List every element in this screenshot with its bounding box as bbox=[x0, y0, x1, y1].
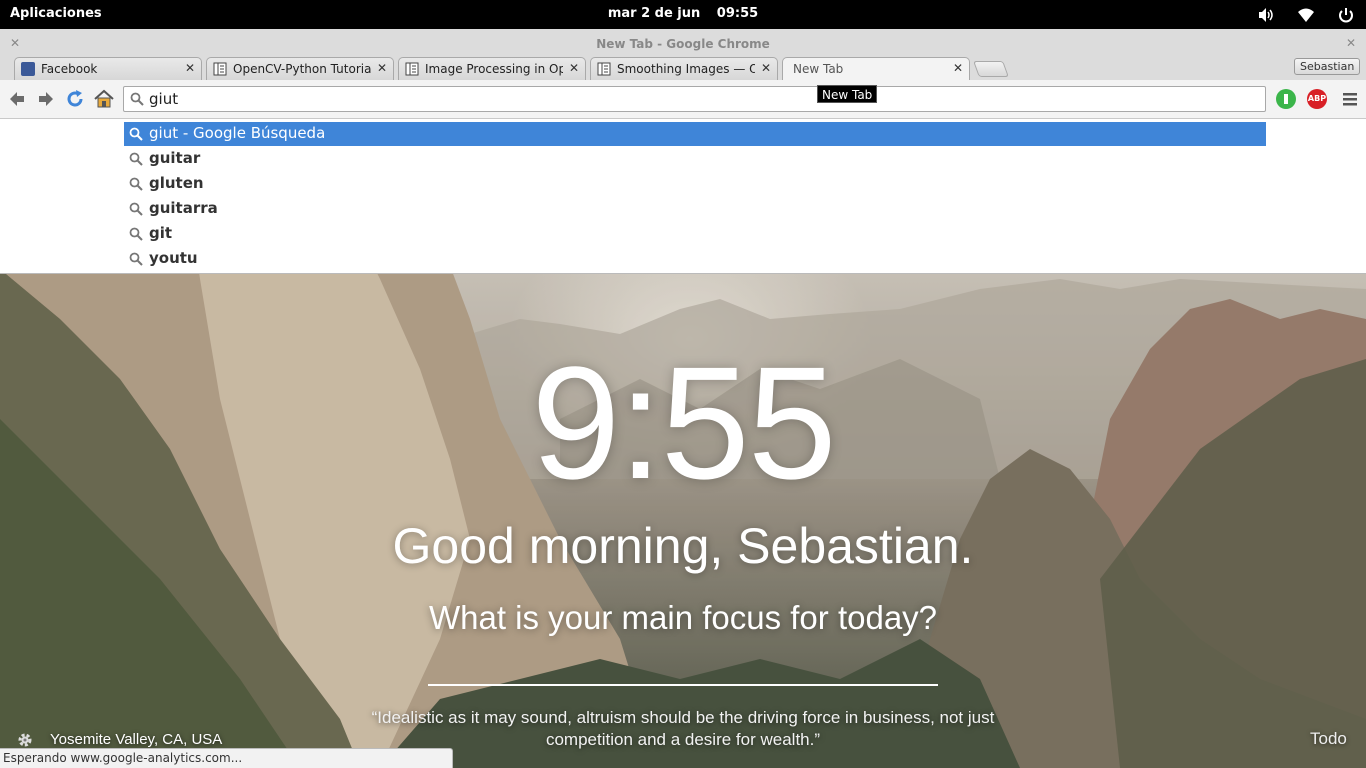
big-clock: 9:55 bbox=[531, 333, 836, 512]
daily-quote: “Idealistic as it may sound, altruism sh… bbox=[371, 708, 995, 749]
tab-new-tab[interactable]: New Tab ✕ bbox=[782, 57, 970, 80]
tab-opencv-tutorials[interactable]: OpenCV-Python Tutorials ✕ bbox=[206, 57, 394, 80]
system-top-bar: Aplicaciones mar 2 de jun 09:55 bbox=[0, 0, 1366, 29]
suggestion-text: gluten bbox=[149, 174, 204, 192]
home-icon[interactable] bbox=[93, 88, 115, 110]
suggestion-item[interactable]: git bbox=[124, 222, 1266, 246]
suggestion-text: guitarra bbox=[149, 199, 218, 217]
greeting: Good morning, Sebastian. bbox=[392, 518, 974, 574]
reload-icon[interactable] bbox=[64, 88, 86, 110]
omnibox-suggestions: giut - Google Búsqueda guitar gluten gui… bbox=[0, 119, 1366, 274]
window-title: New Tab - Google Chrome bbox=[596, 37, 770, 51]
back-arrow-icon[interactable] bbox=[6, 88, 28, 110]
momentum-extension-icon[interactable] bbox=[1276, 89, 1296, 109]
suggestion-item[interactable]: youtu bbox=[124, 247, 1266, 271]
system-date: mar 2 de jun bbox=[607, 6, 701, 21]
suggestion-item[interactable]: giut - Google Búsqueda bbox=[124, 122, 1266, 146]
address-bar[interactable] bbox=[123, 86, 1266, 112]
volume-icon[interactable] bbox=[1257, 6, 1275, 24]
search-icon bbox=[129, 227, 143, 241]
focus-question: What is your main focus for today? bbox=[428, 599, 938, 636]
focus-input[interactable] bbox=[428, 684, 938, 686]
close-tab-icon[interactable]: ✕ bbox=[185, 61, 195, 75]
address-input[interactable] bbox=[149, 89, 1249, 109]
tab-smoothing-images[interactable]: Smoothing Images — OpenCV ✕ bbox=[590, 57, 778, 80]
power-icon[interactable] bbox=[1337, 6, 1355, 24]
close-tab-icon[interactable]: ✕ bbox=[953, 61, 963, 75]
tab-label: Smoothing Images — OpenCV bbox=[617, 62, 755, 76]
tab-image-processing[interactable]: Image Processing in OpenCV ✕ bbox=[398, 57, 586, 80]
gear-icon[interactable] bbox=[16, 731, 34, 749]
adblock-plus-icon[interactable]: ABP bbox=[1307, 89, 1327, 109]
search-icon bbox=[130, 92, 144, 106]
browser-toolbar: ABP bbox=[0, 80, 1366, 119]
search-icon bbox=[129, 252, 143, 266]
window-titlebar: ✕ New Tab - Google Chrome ✕ bbox=[0, 29, 1366, 56]
doc-icon bbox=[213, 62, 227, 76]
close-tab-icon[interactable]: ✕ bbox=[569, 61, 579, 75]
wifi-icon[interactable] bbox=[1297, 6, 1315, 24]
tab-label: OpenCV-Python Tutorials bbox=[233, 62, 371, 76]
close-icon[interactable]: ✕ bbox=[1346, 36, 1356, 50]
tab-label: Image Processing in OpenCV bbox=[425, 62, 563, 76]
todo-button[interactable]: Todo bbox=[1310, 729, 1347, 749]
menu-icon[interactable] bbox=[1340, 88, 1360, 110]
photo-location[interactable]: Yosemite Valley, CA, USA bbox=[50, 731, 222, 748]
suggestion-text: giut bbox=[149, 124, 179, 142]
facebook-icon bbox=[21, 62, 35, 76]
profile-button[interactable]: Sebastian bbox=[1294, 58, 1361, 75]
doc-icon bbox=[405, 62, 419, 76]
tab-label: New Tab bbox=[793, 62, 844, 76]
forward-arrow-icon[interactable] bbox=[35, 88, 57, 110]
search-icon bbox=[129, 152, 143, 166]
suggestion-text: youtu bbox=[149, 249, 198, 267]
suggestion-item[interactable]: guitarra bbox=[124, 197, 1266, 221]
search-icon bbox=[129, 202, 143, 216]
new-tab-button[interactable] bbox=[973, 61, 1009, 77]
close-tab-icon[interactable]: ✕ bbox=[761, 61, 771, 75]
tab-tooltip: New Tab bbox=[817, 85, 878, 103]
suggestion-text: guitar bbox=[149, 149, 201, 167]
tab-label: Facebook bbox=[41, 62, 98, 76]
search-icon bbox=[129, 177, 143, 191]
status-bar: Esperando www.google-analytics.com... bbox=[0, 748, 453, 768]
suggestion-item[interactable]: gluten bbox=[124, 172, 1266, 196]
suggestion-text: git bbox=[149, 224, 173, 242]
doc-icon bbox=[597, 62, 611, 76]
browser-window: ✕ New Tab - Google Chrome ✕ Facebook ✕ O… bbox=[0, 29, 1366, 119]
system-clock[interactable]: mar 2 de jun 09:55 bbox=[0, 6, 1366, 21]
tab-facebook[interactable]: Facebook ✕ bbox=[14, 57, 202, 80]
search-icon bbox=[129, 127, 143, 141]
system-time: 09:55 bbox=[716, 6, 759, 21]
suggestion-description: - Google Búsqueda bbox=[178, 124, 326, 142]
tab-strip: Facebook ✕ OpenCV-Python Tutorials ✕ Ima… bbox=[0, 55, 1366, 80]
close-tab-icon[interactable]: ✕ bbox=[377, 61, 387, 75]
suggestion-item[interactable]: guitar bbox=[124, 147, 1266, 171]
